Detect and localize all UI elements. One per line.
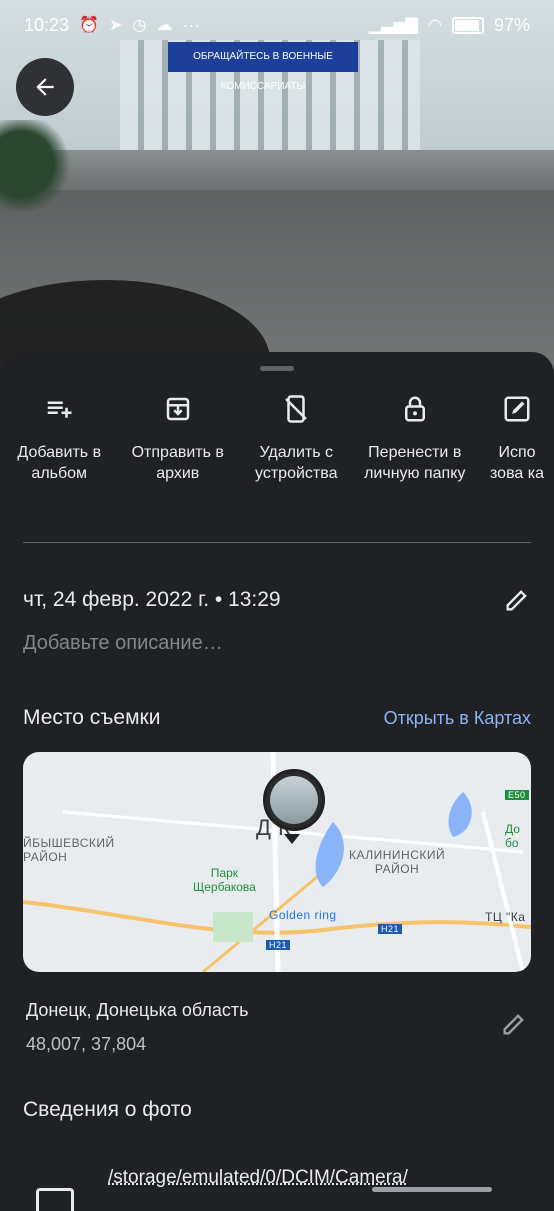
arrow-back-icon [36, 78, 54, 96]
move-to-locked-folder-button[interactable]: Перенести в личную папку [356, 392, 475, 532]
divider [23, 542, 531, 543]
delete-from-device-button[interactable]: Удалить с устройства [237, 392, 356, 532]
location-pin-tail [284, 834, 300, 844]
status-bar: 10:23 ⏰ ➤ ◷ ☁ ··· ▁▃▅▇ ◠ 97% [0, 0, 554, 50]
wifi-icon: ◠ [427, 17, 442, 34]
archive-label: Отправить в архив [131, 444, 224, 482]
use-as-button[interactable]: Испо зова ка [474, 392, 554, 532]
back-button[interactable] [16, 58, 74, 116]
battery-icon [451, 16, 484, 34]
pin-photo-thumbnail [270, 776, 318, 824]
sheet-handle[interactable] [260, 366, 294, 371]
map-label-park: Парк Щербакова [193, 866, 256, 894]
map-road-h21-right: H21 [378, 924, 403, 934]
map-road-h21-left: H21 [266, 940, 291, 950]
add-to-album-button[interactable]: Добавить в альбом [0, 392, 119, 532]
battery-percent: 97% [493, 14, 530, 35]
clock-icon: ◷ [132, 17, 147, 34]
phone-delete-icon [285, 395, 308, 423]
map-road-e50: E50 [505, 790, 529, 800]
cloud-icon: ☁ [156, 17, 173, 34]
photo-steps [0, 150, 554, 190]
details-sheet: Добавить в альбом Отправить в архив Удал… [0, 352, 554, 1211]
action-row: Добавить в альбом Отправить в архив Удал… [0, 392, 554, 532]
date-row: чт, 24 февр. 2022 г. • 13:29 [23, 586, 531, 614]
location-name: Донецк, Донецька область [26, 1000, 249, 1020]
archive-icon [166, 397, 189, 421]
move-to-locked-folder-label: Перенести в личную папку [364, 444, 466, 482]
photo-preview[interactable]: ОБРАЩАЙТЕСЬ В ВОЕННЫЕ КОМИССАРИАТЫ [0, 0, 554, 400]
location-header: Место съемки Открыть в Картах [23, 706, 531, 730]
photo-trees [0, 120, 70, 230]
edit-date-icon[interactable] [503, 586, 531, 614]
more-notifications: ··· [182, 14, 201, 35]
open-in-maps-link[interactable]: Открыть в Картах [384, 708, 531, 729]
add-to-album-label: Добавить в альбом [17, 444, 102, 482]
location-map[interactable]: ЙБЫШЕВСКИЙ РАЙОН КАЛИНИНСКИЙ РАЙОН Парк … [23, 752, 531, 972]
map-label-tc: ТЦ "Ка [485, 910, 526, 924]
lock-icon [404, 396, 425, 422]
use-as-label: Испо зова ка [490, 444, 544, 482]
alarm-icon: ⏰ [79, 17, 99, 34]
file-path: /storage/emulated/0/DCIM/Camera/ [108, 1167, 408, 1188]
map-label-district-right: КАЛИНИНСКИЙ РАЙОН [349, 848, 446, 876]
map-label-garden: До бо [505, 822, 520, 850]
location-title: Место съемки [23, 706, 161, 729]
location-coordinates: 48,007, 37,804 [26, 1034, 147, 1054]
map-label-mall: Golden ring [269, 908, 337, 922]
archive-button[interactable]: Отправить в архив [119, 392, 238, 532]
delete-from-device-label: Удалить с устройства [255, 444, 338, 482]
gesture-nav-bar[interactable] [372, 1187, 492, 1192]
location-pin [263, 769, 325, 831]
status-time: 10:23 [24, 14, 70, 35]
photo-date: чт, 24 февр. 2022 г. • 13:29 [23, 588, 281, 611]
signal-icon: ▁▃▅▇ [368, 17, 418, 34]
description-input[interactable]: Добавьте описание… [23, 632, 223, 655]
playlist-add-icon [48, 401, 72, 418]
photo-info-title: Сведения о фото [23, 1098, 192, 1121]
edit-location-icon[interactable] [500, 1010, 528, 1038]
edit-icon [504, 396, 530, 422]
map-label-district-left: ЙБЫШЕВСКИЙ РАЙОН [23, 836, 115, 864]
telegram-icon: ➤ [108, 17, 123, 34]
